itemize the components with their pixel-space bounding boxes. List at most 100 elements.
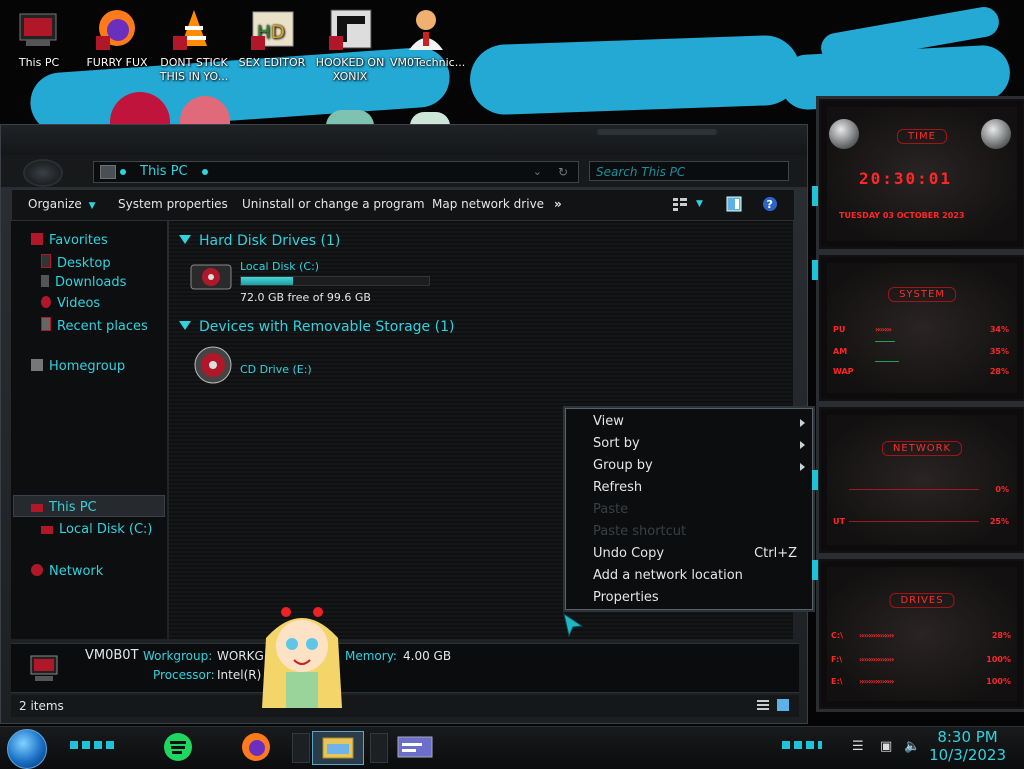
preview-pane-icon[interactable] (726, 196, 742, 212)
submenu-arrow-icon (800, 441, 805, 449)
system-properties-button[interactable]: System properties (118, 197, 228, 211)
group-header-hard-disk-drives[interactable]: Hard Disk Drives (1) (179, 233, 340, 249)
menu-item-sort-by[interactable]: Sort by (593, 436, 640, 451)
nav-item-recent-places[interactable]: Recent places (41, 317, 148, 334)
more-commands-button[interactable]: » (554, 197, 562, 211)
status-bar: 2 items (11, 695, 799, 717)
item-count: 2 items (19, 699, 64, 713)
mouse-cursor-icon (562, 612, 584, 638)
nav-item-desktop[interactable]: Desktop (41, 254, 111, 271)
system-gadget[interactable]: SYSTEM PU ››››››› 34% AM 35% WAP 28% (816, 252, 1024, 404)
computer-icon (29, 652, 59, 684)
taskbar-explorer-button[interactable] (312, 731, 364, 765)
group-header-removable-storage[interactable]: Devices with Removable Storage (1) (179, 319, 454, 335)
desktop-icon-this-pc[interactable]: This PC (3, 6, 75, 70)
drives-gadget-title: DRIVES (889, 593, 955, 608)
menu-item-view[interactable]: View (593, 414, 624, 429)
breadcrumb-this-pc[interactable]: This PC (140, 162, 188, 182)
menu-item-group-by[interactable]: Group by (593, 458, 653, 473)
address-bar[interactable]: This PC ⌄ ↻ (93, 161, 579, 183)
clock-time: 8:30 PM (937, 728, 998, 746)
gadget-accent (812, 560, 818, 580)
desktop-icon-furry-fux[interactable]: FURRY FUX (81, 6, 153, 70)
change-view-icon[interactable] (672, 196, 688, 212)
search-input[interactable]: Search This PC (589, 161, 789, 181)
taskbar: ☰ ▣ 🔈 8:30 PM 10/3/2023 (0, 726, 1024, 769)
cpu-value: 34% (989, 325, 1009, 334)
computer-small-icon (100, 165, 116, 179)
nav-item-homegroup[interactable]: Homegroup (31, 359, 125, 374)
help-icon[interactable]: ? (762, 196, 778, 212)
title-bar-grip (597, 129, 717, 135)
organize-label: Organize (28, 197, 82, 211)
breadcrumb-separator-icon[interactable] (202, 169, 208, 175)
menu-item-undo-copy[interactable]: Undo Copy (593, 546, 664, 561)
menu-item-refresh[interactable]: Refresh (593, 480, 642, 495)
taskbar-separator (292, 733, 310, 763)
swap-value: 28% (989, 367, 1009, 376)
nav-label: Network (49, 564, 104, 579)
start-button[interactable] (7, 729, 47, 769)
address-dropdown-icon[interactable]: ⌄ (533, 162, 542, 182)
uninstall-program-button[interactable]: Uninstall or change a program (242, 197, 425, 211)
system-gadget-title: SYSTEM (888, 287, 956, 302)
drive-e-label[interactable]: CD Drive (E:) (240, 363, 312, 376)
time-gadget-clock: 20:30:01 (859, 169, 953, 188)
network-out-value: 25% (989, 517, 1009, 526)
drive-c-label[interactable]: Local Disk (C:) (240, 260, 319, 273)
nav-label: Favorites (49, 233, 108, 248)
organize-button[interactable]: Organize ▼ (28, 197, 96, 211)
volume-icon[interactable]: 🔈 (904, 739, 920, 754)
memory-value: 4.00 GB (403, 649, 452, 663)
nav-item-videos[interactable]: Videos (41, 296, 100, 311)
network-in-value: 0% (995, 485, 1009, 494)
gadget-sidebar: TIME 20:30:01 TUESDAY 03 OCTOBER 2023 SY… (812, 90, 1024, 726)
network-gadget[interactable]: NETWORK 0% UT 25% (816, 404, 1024, 556)
drive-e-gadget-value: 100% (986, 677, 1011, 686)
taskbar-firefox-button[interactable] (234, 731, 278, 763)
drives-gadget[interactable]: DRIVES C:\ ››››››››››››››› 28% F:\ ›››››… (816, 556, 1024, 712)
large-icons-view-icon[interactable] (777, 699, 789, 711)
command-bar: Organize ▼ System properties Uninstall o… (11, 189, 795, 221)
taskbar-separator (370, 733, 388, 763)
nav-item-downloads[interactable]: Downloads (41, 275, 126, 290)
collapse-arrow-icon (179, 321, 191, 330)
network-out-graph (849, 521, 979, 522)
desktop-icon-hooked-on-xonix[interactable]: HOOKED ON XONIX (314, 6, 386, 84)
computer-icon (16, 6, 62, 52)
desktop-icon-vm0technic[interactable]: VM0Technic... (390, 6, 465, 70)
desktop-icon-sex-editor[interactable]: HD SEX EDITOR (236, 6, 308, 70)
nav-item-favorites[interactable]: Favorites (31, 233, 108, 248)
swap-graph-line (875, 361, 899, 362)
menu-item-properties[interactable]: Properties (593, 590, 659, 605)
user-icon (403, 6, 449, 52)
map-network-drive-button[interactable]: Map network drive (432, 197, 544, 211)
svg-text:?: ? (767, 198, 773, 211)
alien-head-icon (829, 119, 859, 149)
computer-icon (31, 504, 43, 512)
memory-key: Memory: (345, 649, 397, 663)
time-gadget[interactable]: TIME 20:30:01 TUESDAY 03 OCTOBER 2023 (816, 96, 1024, 252)
nav-label: Homegroup (49, 359, 126, 374)
network-tray-icon[interactable]: ▣ (880, 739, 892, 754)
taskbar-control-panel-button[interactable] (390, 731, 440, 763)
nav-item-network[interactable]: Network (31, 564, 103, 579)
view-dropdown-icon[interactable]: ▼ (696, 199, 703, 209)
taskbar-clock[interactable]: 8:30 PM 10/3/2023 (929, 728, 1006, 764)
desktop-icon-dont-stick[interactable]: DONT STICK THIS IN YO... (158, 6, 230, 84)
refresh-icon[interactable]: ↻ (558, 162, 568, 182)
action-center-icon[interactable]: ☰ (852, 739, 864, 754)
taskbar-spotify-button[interactable] (156, 731, 200, 763)
nav-item-this-pc[interactable]: This PC (31, 500, 97, 515)
nav-label: Videos (57, 296, 101, 311)
menu-item-add-network-location[interactable]: Add a network location (593, 568, 743, 583)
window-title-bar[interactable] (1, 125, 807, 155)
cpu-bar-icon: ››››››› (875, 325, 892, 334)
drive-c-gadget-label: C:\ (831, 631, 843, 640)
videos-icon (41, 296, 51, 308)
nav-item-local-disk[interactable]: Local Disk (C:) (41, 522, 152, 537)
back-forward-button[interactable] (23, 159, 63, 187)
desktop-icon-label: This PC (18, 56, 60, 69)
details-pane: VM0B0T Workgroup: WORKG Memory: 4.00 GB … (11, 643, 799, 693)
details-view-icon[interactable] (757, 699, 769, 711)
